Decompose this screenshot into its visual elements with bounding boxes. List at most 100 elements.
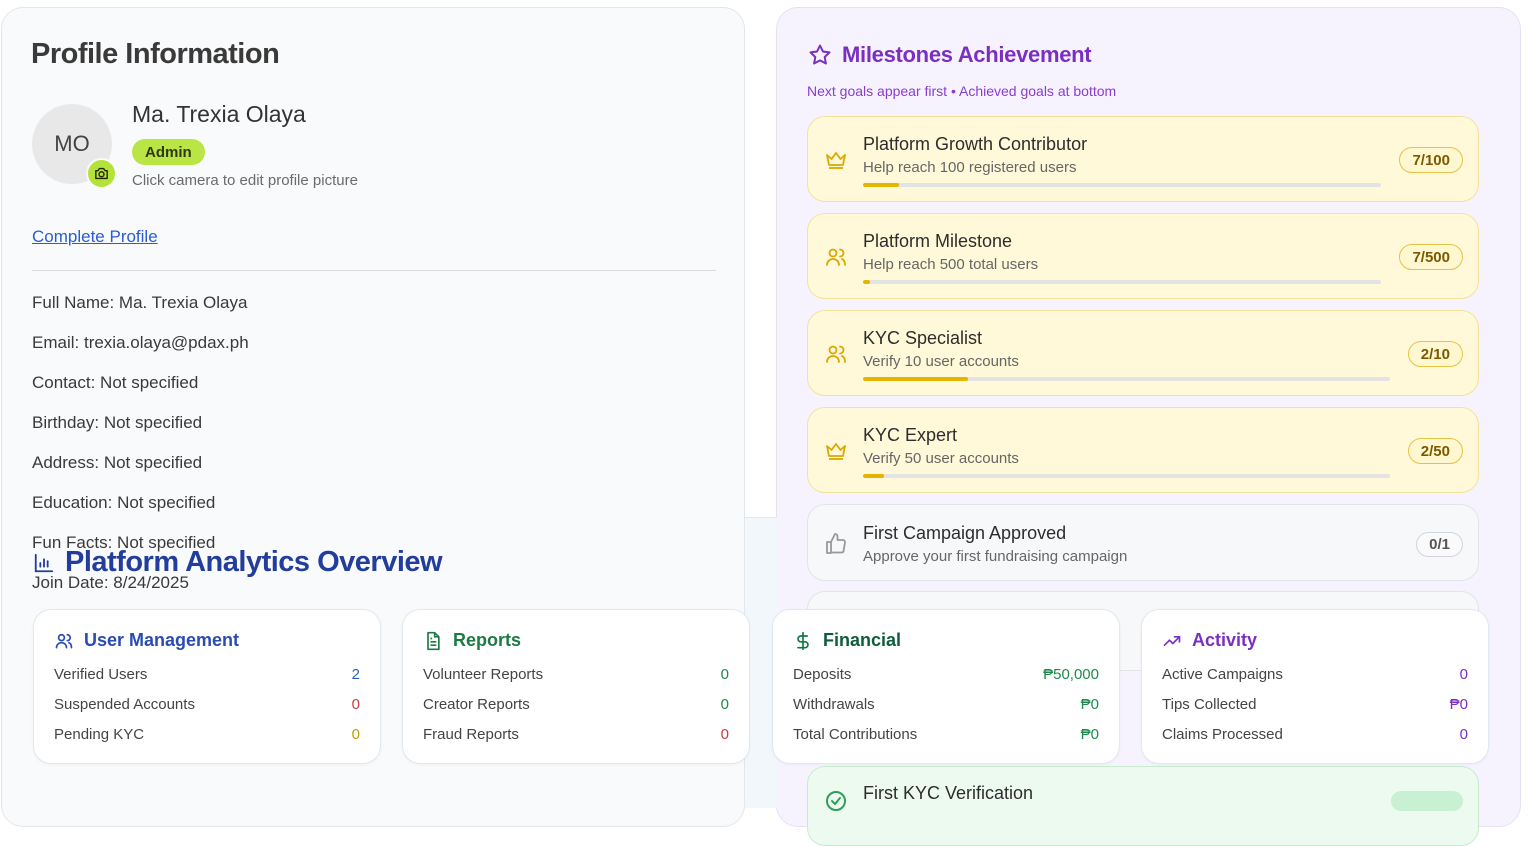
stat-row: Verified Users 2 xyxy=(54,666,360,686)
stat-card-title: Reports xyxy=(453,630,522,650)
milestone-name: Platform Growth Contributor xyxy=(863,134,1088,154)
info-label: Address: xyxy=(32,453,100,472)
milestone-badge: 7/500 xyxy=(1399,244,1463,270)
stat-card-title: Activity xyxy=(1192,630,1258,650)
info-label: Contact: xyxy=(32,373,96,392)
stat-row: Withdrawals ₱0 xyxy=(793,696,1099,716)
analytics-title-text: Platform Analytics Overview xyxy=(65,546,443,578)
stat-card-title: Financial xyxy=(823,630,902,650)
milestone-name: First KYC Verification xyxy=(863,783,1034,803)
milestone-badge: 0/1 xyxy=(1416,532,1463,557)
thumbs-up-icon xyxy=(826,533,846,554)
stat-label: Volunteer Reports xyxy=(423,666,544,683)
milestone-item: KYC Expert Verify 50 user accounts 2/50 xyxy=(807,407,1479,493)
milestone-badge: 2/10 xyxy=(1407,341,1463,367)
milestone-badge: 7/100 xyxy=(1399,147,1463,173)
check-icon xyxy=(826,791,846,811)
bar-chart-icon xyxy=(34,553,54,572)
info-birthday: Birthday: Not specified xyxy=(32,413,202,433)
document-icon xyxy=(427,631,440,650)
milestones-title-text: Milestones Achievement xyxy=(842,42,1092,67)
milestone-desc: Verify 10 user accounts xyxy=(863,353,1019,370)
milestone-desc: Verify 50 user accounts xyxy=(863,450,1019,467)
stat-label: Claims Processed xyxy=(1162,726,1283,743)
milestone-badge: 2/50 xyxy=(1407,438,1463,464)
complete-profile-link[interactable]: Complete Profile xyxy=(32,227,158,247)
info-label: Email: xyxy=(32,333,80,352)
stat-row: Active Campaigns 0 xyxy=(1162,666,1468,686)
user-name: Ma. Trexia Olaya xyxy=(132,101,306,127)
stat-value: 0 xyxy=(720,666,729,683)
milestone-name: KYC Expert xyxy=(863,425,958,445)
info-contact: Contact: Not specified xyxy=(32,373,198,393)
milestone-progress-fill xyxy=(863,377,969,381)
stat-label: Verified Users xyxy=(54,666,148,683)
stat-label: Creator Reports xyxy=(423,696,530,713)
milestone-desc: Help reach 500 total users xyxy=(863,256,1039,273)
stat-card-activity: Activity Active Campaigns 0 Tips Collecte… xyxy=(1141,609,1489,764)
trending-up-icon xyxy=(1163,635,1181,646)
profile-title: Profile Information xyxy=(31,38,280,70)
stat-value: 0 xyxy=(720,696,729,713)
milestone-desc: Approve your first fundraising campaign xyxy=(863,548,1128,565)
stat-label: Total Contributions xyxy=(793,726,918,743)
milestone-item: First KYC Verification xyxy=(807,766,1479,846)
stat-row: Volunteer Reports 0 xyxy=(423,666,729,686)
info-value: Not specified xyxy=(103,413,203,432)
info-label: Education: xyxy=(32,493,113,512)
info-email: Email: trexia.olaya@pdax.ph xyxy=(32,333,249,353)
info-value: trexia.olaya@pdax.ph xyxy=(83,333,249,352)
info-label: Full Name: xyxy=(32,293,115,312)
stat-label: Suspended Accounts xyxy=(54,696,195,713)
stat-card-financial: Financial Deposits ₱50,000 Withdrawals ₱0 … xyxy=(772,609,1120,764)
stat-label: Deposits xyxy=(793,666,852,683)
stat-row: Pending KYC 0 xyxy=(54,726,360,746)
stat-card-header: Reports xyxy=(423,630,521,651)
stat-value: ₱0 xyxy=(1080,726,1099,743)
dollar-icon xyxy=(797,631,809,650)
stat-row: Total Contributions ₱0 xyxy=(793,726,1099,746)
info-value: Ma. Trexia Olaya xyxy=(118,293,248,312)
camera-hint: Click camera to edit profile picture xyxy=(132,172,358,189)
stat-card-title: User Management xyxy=(84,630,240,650)
stat-value: 0 xyxy=(351,696,360,713)
milestone-item: Platform Growth Contributor Help reach 1… xyxy=(807,116,1479,202)
star-icon xyxy=(809,44,831,65)
milestone-item: Platform Milestone Help reach 500 total … xyxy=(807,213,1479,299)
change-photo-button[interactable] xyxy=(86,158,117,189)
milestone-progress-bar xyxy=(863,474,1390,478)
stat-row: Suspended Accounts 0 xyxy=(54,696,360,716)
info-address: Address: Not specified xyxy=(32,453,202,473)
stat-value: 0 xyxy=(720,726,729,743)
milestone-progress-bar xyxy=(863,377,1390,381)
info-value: Not specified xyxy=(103,453,203,472)
stat-card-reports: Reports Volunteer Reports 0 Creator Repor… xyxy=(402,609,750,764)
stat-row: Tips Collected ₱0 xyxy=(1162,696,1468,716)
milestones-subtitle: Next goals appear first • Achieved goals… xyxy=(807,83,1117,99)
stat-row: Creator Reports 0 xyxy=(423,696,729,716)
stat-card-header: Activity xyxy=(1162,630,1257,651)
stat-value: ₱50,000 xyxy=(1043,666,1099,683)
stat-value: 0 xyxy=(1459,666,1468,683)
milestone-progress-fill xyxy=(863,474,885,478)
info-full-name: Full Name: Ma. Trexia Olaya xyxy=(32,293,247,313)
camera-icon xyxy=(95,167,108,180)
milestone-progress-bar xyxy=(863,280,1381,284)
users-icon xyxy=(826,345,846,363)
stat-label: Active Campaigns xyxy=(1162,666,1283,683)
divider xyxy=(32,270,716,271)
users-icon xyxy=(826,248,846,266)
stat-value: ₱0 xyxy=(1080,696,1099,713)
milestone-item: First Campaign Approved Approve your fir… xyxy=(807,504,1479,581)
role-badge: Admin xyxy=(132,139,205,165)
stat-value: 0 xyxy=(1459,726,1468,743)
stat-card-header: User Management xyxy=(54,630,239,651)
info-label: Birthday: xyxy=(32,413,100,432)
stat-value: ₱0 xyxy=(1449,696,1468,713)
analytics-title: Platform Analytics Overview xyxy=(33,546,443,579)
info-value: Not specified xyxy=(100,373,199,392)
avatar-initials: MO xyxy=(54,131,90,156)
milestone-desc: Help reach 100 registered users xyxy=(863,159,1077,176)
milestone-progress-fill xyxy=(863,280,871,284)
stat-value: 0 xyxy=(351,726,360,743)
